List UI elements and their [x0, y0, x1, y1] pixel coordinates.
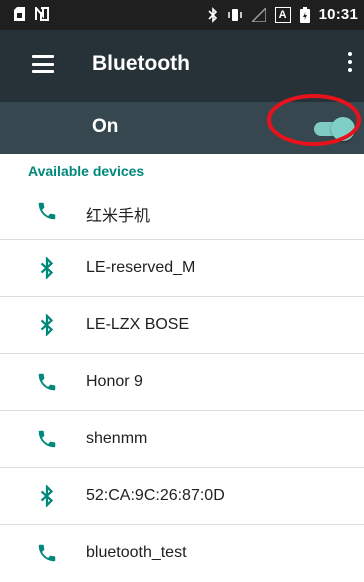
device-name: LE-reserved_M: [86, 259, 196, 276]
signal-icon: [251, 7, 266, 22]
a-badge-icon: A: [274, 6, 291, 23]
vibrate-icon: [227, 8, 242, 21]
device-item[interactable]: LE-reserved_M: [0, 240, 364, 297]
device-list: 红米手机 LE-reserved_M LE-LZX BOSE Honor 9 s…: [0, 183, 364, 582]
device-item[interactable]: 红米手机: [0, 183, 364, 240]
status-bar: A 10:31: [0, 0, 364, 30]
bluetooth-icon: [40, 314, 54, 336]
bluetooth-icon: [40, 257, 54, 279]
nfc-icon: [35, 7, 49, 21]
page-title: Bluetooth: [92, 52, 190, 75]
battery-icon: [299, 6, 310, 23]
phone-icon: [38, 430, 56, 448]
annotation-circle: [267, 94, 361, 146]
device-name: 52:CA:9C:26:87:0D: [86, 487, 225, 504]
phone-icon: [38, 544, 56, 562]
device-name: LE-LZX BOSE: [86, 316, 190, 333]
app-bar: Bluetooth: [0, 30, 364, 102]
device-item[interactable]: bluetooth_test: [0, 525, 364, 582]
device-item[interactable]: 52:CA:9C:26:87:0D: [0, 468, 364, 525]
device-name: Honor 9: [86, 373, 143, 390]
bluetooth-status-icon: [208, 6, 217, 23]
device-item[interactable]: shenmm: [0, 411, 364, 468]
device-item[interactable]: Honor 9: [0, 354, 364, 411]
device-name: shenmm: [86, 430, 148, 447]
device-item[interactable]: LE-LZX BOSE: [0, 297, 364, 354]
phone-icon: [38, 373, 56, 391]
available-devices-header: Available devices: [28, 163, 145, 179]
sim-icon: [14, 7, 25, 21]
switch-label: On: [92, 116, 119, 137]
bluetooth-icon: [40, 485, 54, 507]
status-time: 10:31: [318, 6, 358, 23]
more-vert-icon[interactable]: [346, 52, 354, 78]
device-name: bluetooth_test: [86, 544, 187, 561]
device-name: 红米手机: [86, 208, 151, 225]
phone-icon: [38, 202, 56, 220]
hamburger-menu-icon[interactable]: [32, 55, 54, 73]
